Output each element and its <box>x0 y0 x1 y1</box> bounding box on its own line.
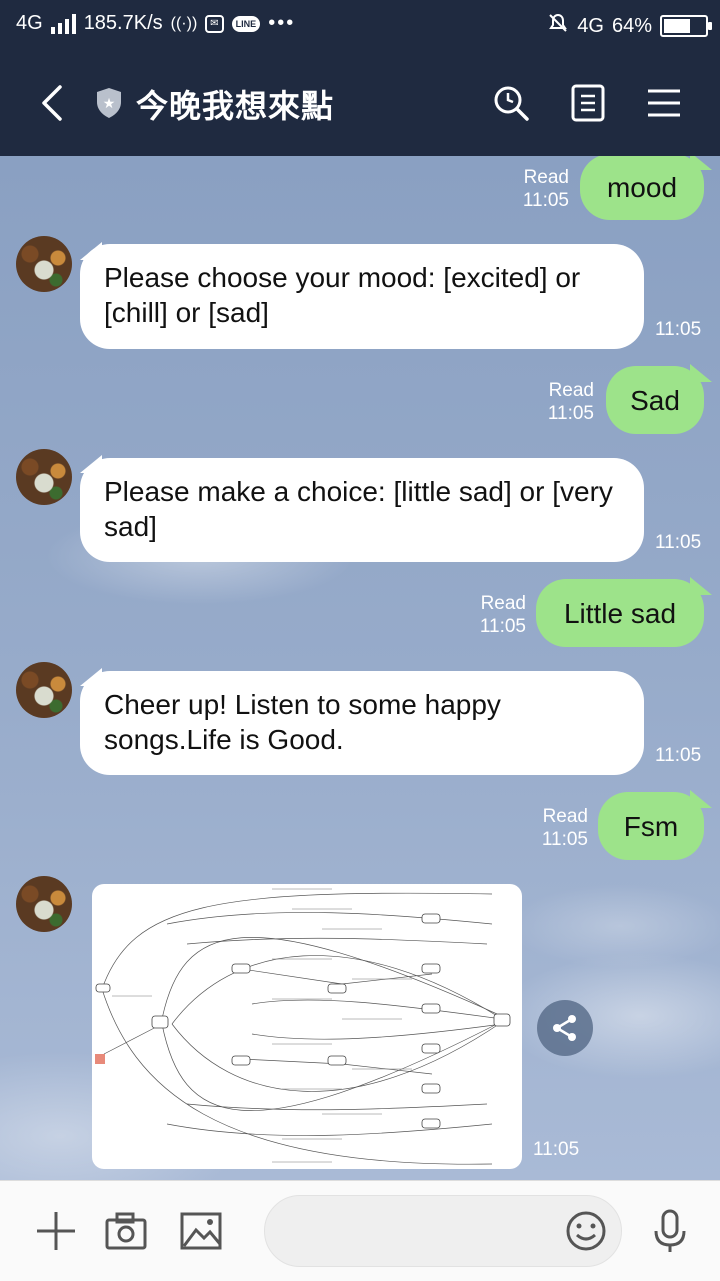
message-text: Please make a choice: [little sad] or [v… <box>104 476 613 542</box>
search-button[interactable] <box>488 80 534 126</box>
shield-icon: ★ <box>86 80 132 126</box>
image-icon <box>180 1212 222 1250</box>
message-input-box[interactable] <box>264 1195 622 1267</box>
message-input[interactable] <box>289 1214 553 1250</box>
bubble-tail <box>690 156 712 170</box>
network-type-right: 4G <box>577 14 604 37</box>
image-message[interactable] <box>92 884 522 1169</box>
incoming-message[interactable]: Please choose your mood: [excited] or [c… <box>80 244 644 349</box>
fsm-diagram-image <box>95 888 511 1165</box>
mail-icon: ✉ <box>205 14 224 33</box>
outgoing-message[interactable]: Fsm <box>598 792 704 860</box>
message-status: Read 11:05 <box>462 592 526 638</box>
read-receipt: Read <box>542 806 588 827</box>
bot-avatar[interactable] <box>16 449 72 505</box>
incoming-message[interactable]: Cheer up! Listen to some happy songs.Lif… <box>80 671 644 775</box>
message-text: mood <box>606 171 678 203</box>
chat-area[interactable]: Read 11:05 mood Please choose your mood:… <box>0 156 720 1180</box>
message-status: Read 11:05 <box>530 379 594 425</box>
read-receipt: Read <box>480 593 526 614</box>
emoji-icon <box>566 1211 606 1251</box>
menu-button[interactable] <box>641 80 687 126</box>
bubble-tail <box>690 577 712 595</box>
menu-icon <box>648 89 680 117</box>
share-icon <box>553 1015 576 1041</box>
bubble-tail <box>690 790 712 808</box>
add-button[interactable] <box>34 1209 78 1253</box>
chat-title: 今晚我想來點 <box>136 87 335 125</box>
message-text: Cheer up! Listen to some happy songs.Lif… <box>104 689 501 755</box>
camera-button[interactable] <box>104 1209 148 1253</box>
line-app-icon: LINE <box>231 15 261 32</box>
message-status: Read 11:05 <box>524 805 588 851</box>
bubble-tail <box>690 364 712 382</box>
message-text: Sad <box>630 384 680 416</box>
battery-fill <box>664 19 690 33</box>
svg-text:★: ★ <box>103 95 116 111</box>
voice-button[interactable] <box>648 1209 692 1253</box>
message-status: Read 11:05 <box>505 166 569 212</box>
message-time: 11:05 <box>541 829 588 850</box>
battery-icon <box>660 15 712 37</box>
notes-icon <box>571 84 605 122</box>
message-text: Little sad <box>563 597 677 629</box>
plus-icon <box>37 1212 75 1250</box>
camera-icon <box>105 1212 147 1250</box>
message-text: Fsm <box>623 810 679 842</box>
share-button[interactable] <box>537 1000 593 1056</box>
status-right: 4G 64% <box>547 12 712 40</box>
bot-avatar[interactable] <box>16 876 72 932</box>
message-time: 11:05 <box>655 532 702 553</box>
message-text: Please choose your mood: [excited] or [c… <box>104 262 581 328</box>
message-time: 11:05 <box>547 403 594 424</box>
message-time: 11:05 <box>479 616 526 637</box>
read-receipt: Read <box>523 167 569 188</box>
read-receipt: Read <box>548 380 594 401</box>
back-button[interactable] <box>30 80 76 126</box>
gallery-button[interactable] <box>179 1209 223 1253</box>
bot-avatar[interactable] <box>16 662 72 718</box>
status-left: 4G 185.7K/s ((·)) ✉ LINE ••• <box>16 12 295 35</box>
status-bar: 4G 185.7K/s ((·)) ✉ LINE ••• 4G 64% <box>0 0 720 50</box>
incoming-message[interactable]: Please make a choice: [little sad] or [v… <box>80 458 644 562</box>
back-arrow-icon <box>42 85 62 121</box>
hotspot-icon: ((·)) <box>170 14 198 32</box>
mute-icon <box>547 12 569 40</box>
message-time: 11:05 <box>522 190 569 211</box>
microphone-icon <box>654 1209 686 1252</box>
chat-header: ★ 今晚我想來點 <box>0 50 720 156</box>
battery-percent: 64% <box>611 14 652 37</box>
emoji-button[interactable] <box>565 1210 607 1257</box>
message-composer <box>0 1180 720 1281</box>
message-time: 11:05 <box>655 319 702 340</box>
signal-icon <box>50 13 76 34</box>
outgoing-message[interactable]: Little sad <box>536 579 704 647</box>
network-speed: 185.7K/s <box>83 12 163 34</box>
message-time: 11:05 <box>655 745 702 766</box>
notes-button[interactable] <box>565 80 611 126</box>
message-time: 11:05 <box>533 1139 580 1160</box>
more-notifications-icon: ••• <box>268 12 296 34</box>
network-type: 4G <box>16 12 43 34</box>
search-icon <box>494 86 529 121</box>
outgoing-message[interactable]: mood <box>580 156 704 220</box>
bot-avatar[interactable] <box>16 236 72 292</box>
